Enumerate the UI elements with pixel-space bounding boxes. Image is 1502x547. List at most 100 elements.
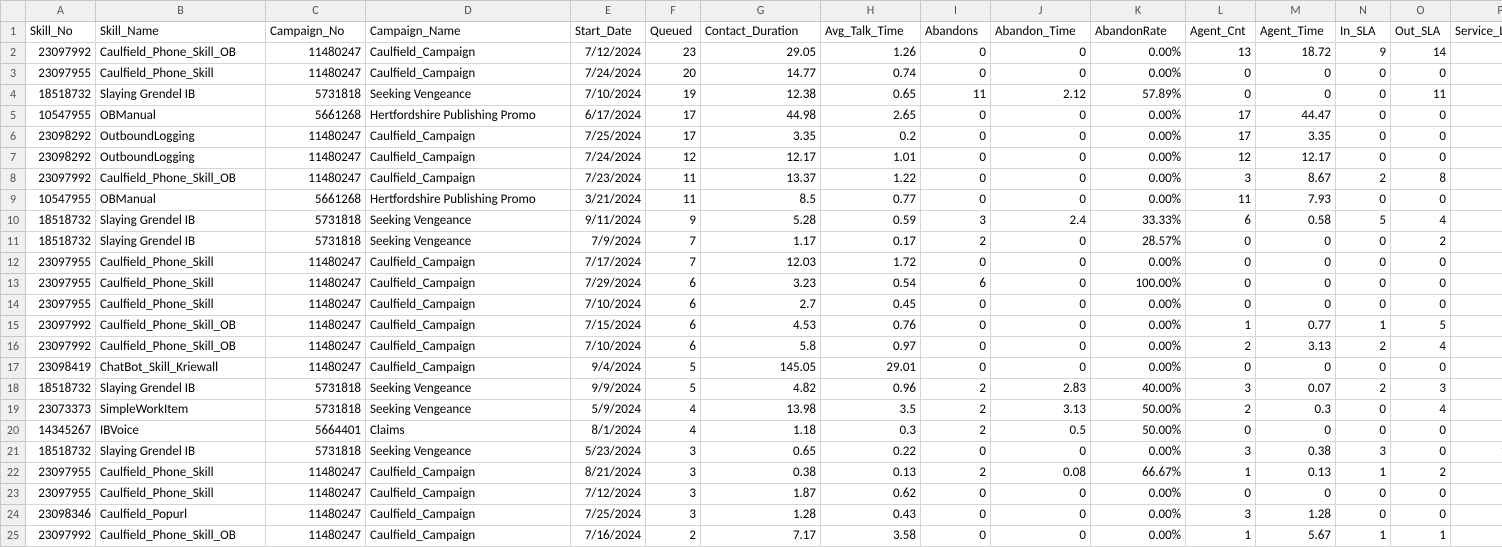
row-header-3[interactable]: 3 (1, 64, 26, 85)
data-cell[interactable]: Caulfield_Campaign (366, 316, 571, 337)
data-cell[interactable]: 7/12/2024 (571, 43, 646, 64)
data-cell[interactable]: 23097955 (26, 64, 96, 85)
data-cell[interactable]: Claims (366, 421, 571, 442)
data-cell[interactable]: 11480247 (266, 148, 366, 169)
data-cell[interactable]: 0.3 (1256, 400, 1336, 421)
data-cell[interactable]: 1 (1391, 526, 1451, 547)
data-cell[interactable]: 5731818 (266, 442, 366, 463)
data-cell[interactable]: 7/10/2024 (571, 85, 646, 106)
data-cell[interactable]: 0 (991, 148, 1091, 169)
data-cell[interactable]: 7/23/2024 (571, 169, 646, 190)
data-cell[interactable]: 7.17 (701, 526, 821, 547)
data-cell[interactable]: 2 (921, 232, 991, 253)
data-cell[interactable]: 8.5 (701, 190, 821, 211)
data-cell[interactable]: 1.17 (701, 232, 821, 253)
col-header-P[interactable]: P (1451, 1, 1502, 22)
data-cell[interactable]: 0 (991, 106, 1091, 127)
data-cell[interactable]: 5 (646, 358, 701, 379)
data-cell[interactable]: 11480247 (266, 127, 366, 148)
data-cell[interactable]: 12.17 (701, 148, 821, 169)
data-cell[interactable]: 6 (1186, 211, 1256, 232)
data-cell[interactable]: 0.00% (1091, 337, 1186, 358)
data-cell[interactable]: 13.98 (701, 400, 821, 421)
data-cell[interactable]: Caulfield_Campaign (366, 64, 571, 85)
data-cell[interactable]: 6 (646, 274, 701, 295)
data-cell[interactable]: 5/23/2024 (571, 442, 646, 463)
data-cell[interactable]: 2 (921, 379, 991, 400)
data-cell[interactable]: 11 (646, 169, 701, 190)
row-header-25[interactable]: 25 (1, 526, 26, 547)
data-cell[interactable]: 11 (921, 85, 991, 106)
row-header-19[interactable]: 19 (1, 400, 26, 421)
data-cell[interactable]: 0.58 (1256, 211, 1336, 232)
data-cell[interactable]: 2 (1336, 337, 1391, 358)
data-cell[interactable]: 1 (1336, 463, 1391, 484)
data-cell[interactable]: 14 (1391, 43, 1451, 64)
data-cell[interactable]: 0.07 (1256, 379, 1336, 400)
data-cell[interactable]: 0.00% (1091, 316, 1186, 337)
data-cell[interactable]: 6 (646, 316, 701, 337)
data-cell[interactable]: 5731818 (266, 379, 366, 400)
data-cell[interactable]: 0.00% (1451, 295, 1502, 316)
data-cell[interactable]: 23098419 (26, 358, 96, 379)
col-header-M[interactable]: M (1256, 1, 1336, 22)
data-cell[interactable]: 11 (646, 190, 701, 211)
data-cell[interactable]: 8.67 (1256, 169, 1336, 190)
data-cell[interactable]: 7 (646, 253, 701, 274)
data-cell[interactable]: 7/24/2024 (571, 64, 646, 85)
data-cell[interactable]: 7/29/2024 (571, 274, 646, 295)
data-cell[interactable]: 11480247 (266, 526, 366, 547)
data-cell[interactable]: 17 (1186, 127, 1256, 148)
data-cell[interactable]: 0 (991, 358, 1091, 379)
data-cell[interactable]: 2.12 (991, 85, 1091, 106)
data-cell[interactable]: 0 (921, 358, 991, 379)
data-cell[interactable]: 4 (1391, 400, 1451, 421)
col-header-L[interactable]: L (1186, 1, 1256, 22)
data-cell[interactable]: 0 (991, 64, 1091, 85)
data-cell[interactable]: 14.77 (701, 64, 821, 85)
data-cell[interactable]: 11480247 (266, 253, 366, 274)
data-cell[interactable]: 4 (1391, 211, 1451, 232)
data-cell[interactable]: 0.00% (1091, 64, 1186, 85)
data-cell[interactable]: 8/21/2024 (571, 463, 646, 484)
header-cell[interactable]: Out_SLA (1391, 22, 1451, 43)
data-cell[interactable]: 18518732 (26, 85, 96, 106)
data-cell[interactable]: 44.47 (1256, 106, 1336, 127)
data-cell[interactable]: 0 (921, 526, 991, 547)
data-cell[interactable]: 6 (646, 337, 701, 358)
data-cell[interactable]: Slaying Grendel IB (96, 85, 266, 106)
data-cell[interactable]: 5 (646, 379, 701, 400)
data-cell[interactable]: 39.10% (1451, 43, 1502, 64)
data-cell[interactable]: 29.05 (701, 43, 821, 64)
data-cell[interactable]: 23097955 (26, 484, 96, 505)
data-cell[interactable]: 11480247 (266, 43, 366, 64)
row-header-15[interactable]: 15 (1, 316, 26, 337)
data-cell[interactable]: 0 (1391, 127, 1451, 148)
data-cell[interactable]: 23097992 (26, 526, 96, 547)
header-cell[interactable]: Abandon_Time (991, 22, 1091, 43)
data-cell[interactable]: 23097992 (26, 316, 96, 337)
data-cell[interactable]: 0 (921, 127, 991, 148)
data-cell[interactable]: 0 (1186, 358, 1256, 379)
row-header-5[interactable]: 5 (1, 106, 26, 127)
data-cell[interactable]: Seeking Vengeance (366, 442, 571, 463)
data-cell[interactable]: 29.01 (821, 358, 921, 379)
data-cell[interactable]: 0 (1256, 358, 1336, 379)
data-cell[interactable]: 0.00% (1451, 148, 1502, 169)
data-cell[interactable]: 11480247 (266, 337, 366, 358)
data-cell[interactable]: 2 (646, 526, 701, 547)
data-cell[interactable]: 0.00% (1451, 274, 1502, 295)
spreadsheet-grid[interactable]: ABCDEFGHIJKLMNOP1Skill_NoSkill_NameCampa… (0, 0, 1502, 547)
data-cell[interactable]: 23097955 (26, 253, 96, 274)
data-cell[interactable]: 11480247 (266, 463, 366, 484)
data-cell[interactable]: Caulfield_Campaign (366, 337, 571, 358)
data-cell[interactable]: 7/17/2024 (571, 253, 646, 274)
row-header-6[interactable]: 6 (1, 127, 26, 148)
data-cell[interactable]: 0 (1391, 358, 1451, 379)
data-cell[interactable]: 0.00% (1091, 484, 1186, 505)
data-cell[interactable]: 0.00% (1451, 127, 1502, 148)
data-cell[interactable]: Caulfield_Phone_Skill_OB (96, 169, 266, 190)
data-cell[interactable]: 0 (1186, 484, 1256, 505)
data-cell[interactable]: Caulfield_Campaign (366, 295, 571, 316)
data-cell[interactable]: 0 (991, 337, 1091, 358)
